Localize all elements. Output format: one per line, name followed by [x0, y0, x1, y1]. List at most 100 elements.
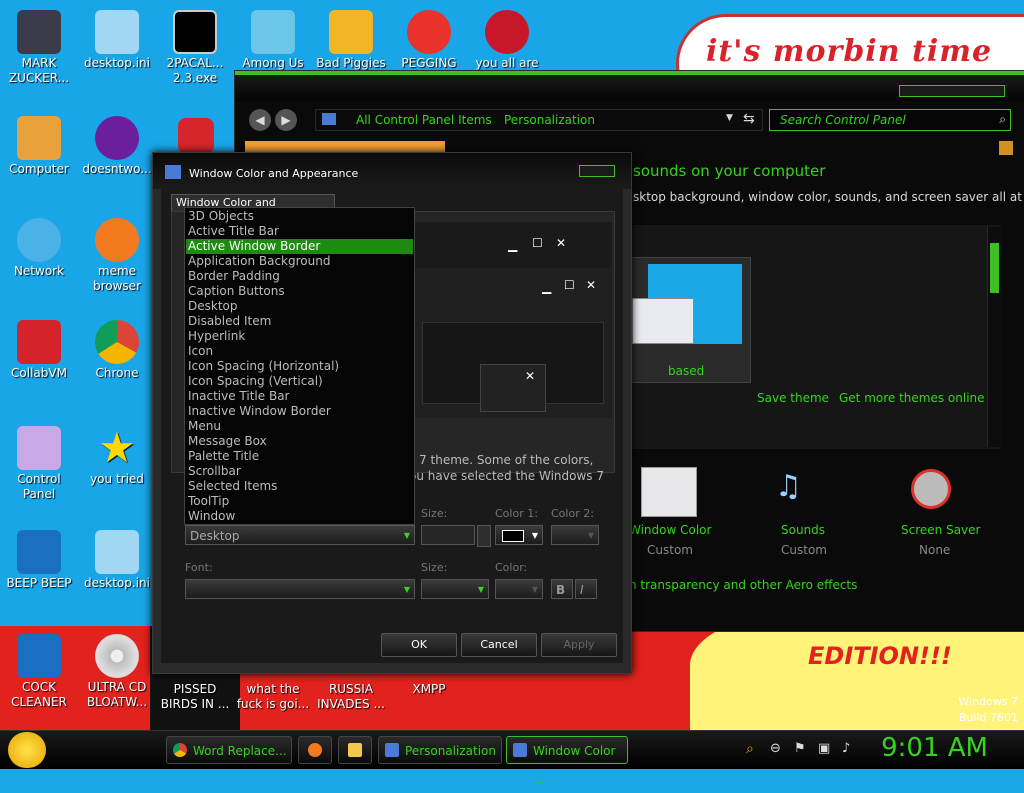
ok-button[interactable]: OK [381, 633, 457, 657]
desktop-icon-2pacal[interactable]: 2PACAL... 2.3.exe [156, 10, 234, 86]
aero-effects-link[interactable]: n transparency and other Aero effects [629, 578, 857, 592]
refresh-icon[interactable]: ⇆ [743, 111, 755, 127]
font-color-button[interactable]: ▼ [495, 579, 543, 599]
dropdown-option[interactable]: Inactive Title Bar [186, 389, 413, 404]
dropdown-option[interactable]: Hyperlink [186, 329, 413, 344]
font-size-select[interactable]: ▼ [421, 579, 489, 599]
desktop-icon-ultra-cd[interactable]: ULTRA CD BLOATW... [78, 634, 156, 710]
desktop-icon-control-panel[interactable]: Control Panel [0, 426, 78, 502]
desktop-icon-chrone[interactable]: Chrone [78, 320, 156, 381]
breadcrumb-personalization[interactable]: Personalization [504, 113, 595, 127]
dropdown-option[interactable]: Icon Spacing (Vertical) [186, 374, 413, 389]
desktop-icon-beep-beep[interactable]: BEEP BEEP [0, 530, 78, 591]
search-input[interactable]: Search Control Panel ⌕ [769, 109, 1011, 131]
dropdown-option[interactable]: Icon [186, 344, 413, 359]
dropdown-option[interactable]: Icon Spacing (Horizontal) [186, 359, 413, 374]
color1-button[interactable]: ▼ [495, 525, 543, 545]
item-size-input[interactable] [421, 525, 475, 545]
dropdown-option[interactable]: Selected Items [186, 479, 413, 494]
ini-file-icon [95, 10, 139, 54]
color2-button[interactable]: ▼ [551, 525, 599, 545]
get-more-themes-link[interactable]: Get more themes online [839, 391, 985, 405]
desktop-icon-label: COCK CLEANER [11, 680, 67, 709]
start-button[interactable] [8, 732, 46, 768]
desktop-icon-what-the[interactable]: what the fuck is goi... [234, 682, 312, 712]
search-icon[interactable]: ⌕ [999, 112, 1006, 127]
apply-button[interactable]: Apply [541, 633, 617, 657]
dropdown-option[interactable]: Caption Buttons [186, 284, 413, 299]
taskbar-button-explorer[interactable] [338, 736, 372, 764]
screen-saver-link[interactable]: Screen Saver [901, 523, 980, 537]
dropdown-option[interactable]: Disabled Item [186, 314, 413, 329]
scrollbar-thumb[interactable] [990, 243, 999, 293]
dropdown-option[interactable]: Application Background [186, 254, 413, 269]
taskbar-button-firefox[interactable] [298, 736, 332, 764]
dropdown-option[interactable]: Inactive Window Border [186, 404, 413, 419]
desktop-icon-desktop-ini[interactable]: desktop.ini [78, 10, 156, 71]
angry-birds-icon[interactable] [178, 118, 214, 154]
window-color-link[interactable]: Window Color [629, 523, 747, 537]
block-tray-icon[interactable]: ⊖ [770, 741, 781, 756]
taskbar-button-word-replace[interactable]: Word Replace... [166, 736, 292, 764]
desktop-icon-desktop-ini-2[interactable]: desktop.ini [78, 530, 156, 591]
breadcrumb-all-items[interactable]: All Control Panel Items [356, 113, 492, 127]
chevron-down-icon[interactable]: ▼ [726, 113, 733, 123]
italic-button[interactable]: I [575, 579, 597, 599]
taskbar-button-window-color[interactable]: Window Color ... [506, 736, 628, 786]
desktop-icon-computer[interactable]: Computer [0, 116, 78, 177]
cancel-button[interactable]: Cancel [461, 633, 537, 657]
desktop-icon-pissed-birds[interactable]: PISSED BIRDS IN ... [156, 682, 234, 712]
dropdown-option[interactable]: Menu [186, 419, 413, 434]
color1-swatch [502, 530, 524, 542]
desktop-icon-russia-invades[interactable]: RUSSIA INVADES ... [312, 682, 390, 712]
window-controls[interactable] [899, 85, 1005, 97]
action-center-flag-icon[interactable]: ⚑ [794, 741, 806, 756]
font-color-label: Color: [495, 561, 528, 574]
item-size-stepper[interactable] [477, 525, 491, 547]
theme-scrollbar[interactable] [987, 227, 1002, 447]
desktop-icon-cock-cleaner[interactable]: COCK CLEANER [0, 634, 78, 710]
desktop-icon-xmpp[interactable]: XMPP [390, 682, 468, 697]
taskbar-clock[interactable]: 9:01 AM [881, 733, 988, 763]
bold-button[interactable]: B [551, 579, 573, 599]
desktop-icon-you-tried[interactable]: ★ you tried [78, 426, 156, 487]
dialog-title-bar: Window Color and Appearance [153, 153, 631, 189]
desktop-icon-label: desktop.ini [84, 576, 150, 590]
desktop-icon-network[interactable]: Network [0, 218, 78, 279]
item-select[interactable]: Desktop ▼ [185, 525, 415, 545]
dropdown-option[interactable]: ToolTip [186, 494, 413, 509]
dropdown-option[interactable]: Message Box [186, 434, 413, 449]
dropdown-option[interactable]: Window [186, 509, 413, 524]
help-icon[interactable] [999, 141, 1013, 155]
desktop-icon-among-us[interactable]: Among Us [234, 10, 312, 71]
volume-icon[interactable]: ♪ [842, 741, 850, 756]
dropdown-option[interactable]: Palette Title [186, 449, 413, 464]
minimize-icon: ▁ [542, 280, 552, 294]
dropdown-option[interactable]: Border Padding [186, 269, 413, 284]
desktop-icon-doesntwo[interactable]: doesntwo... [78, 116, 156, 177]
item-dropdown-list[interactable]: 3D Objects Active Title Bar Active Window … [184, 207, 415, 525]
desktop-icon-mark-zuckerberg[interactable]: MARK ZUCKER... [0, 10, 78, 86]
network-tray-icon[interactable]: ▣ [818, 741, 830, 756]
dropdown-option[interactable]: 3D Objects [186, 209, 413, 224]
address-bar[interactable]: All Control Panel Items Personalization … [315, 109, 763, 131]
font-select[interactable]: ▼ [185, 579, 415, 599]
search-tray-icon[interactable]: ⌕ [746, 741, 754, 757]
taskbar-button-personalization[interactable]: Personalization [378, 736, 502, 764]
desktop-icon-collabvm[interactable]: CollabVM [0, 320, 78, 381]
back-arrow-icon[interactable]: ◀ [249, 109, 271, 131]
desktop-icon-pegging[interactable]: PEGGING [390, 10, 468, 71]
close-button[interactable] [579, 165, 615, 177]
chevron-down-icon: ▼ [531, 585, 538, 594]
desktop-icon-meme-browser[interactable]: meme browser [78, 218, 156, 294]
sounds-link[interactable]: Sounds [781, 523, 825, 537]
forward-arrow-icon[interactable]: ▶ [275, 109, 297, 131]
save-theme-link[interactable]: Save theme [757, 391, 829, 405]
dropdown-option[interactable]: Active Window Border [186, 239, 413, 254]
dropdown-option[interactable]: Active Title Bar [186, 224, 413, 239]
theme-thumbnail-based[interactable]: based [631, 257, 751, 383]
desktop-icon-bad-piggies[interactable]: Bad Piggies [312, 10, 390, 71]
dropdown-option[interactable]: Desktop [186, 299, 413, 314]
desktop-icon-you-all-are[interactable]: you all are [468, 10, 546, 71]
dropdown-option[interactable]: Scrollbar [186, 464, 413, 479]
